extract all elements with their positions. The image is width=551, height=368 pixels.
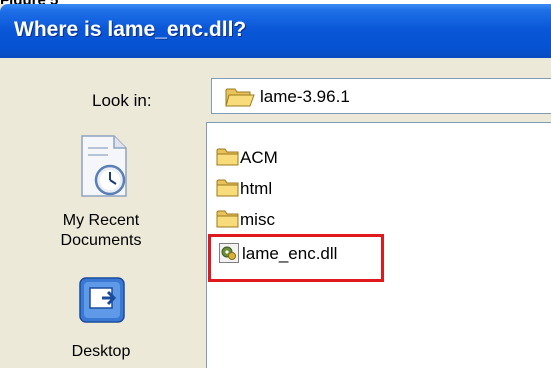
file-name: misc: [240, 210, 275, 229]
desktop-icon: [79, 277, 125, 323]
places-bar: My Recent Documents Desktop: [0, 122, 202, 368]
title-bar[interactable]: Where is lame_enc.dll?: [0, 4, 551, 58]
dialog-title: Where is lame_enc.dll?: [14, 18, 247, 41]
look-in-combobox[interactable]: lame-3.96.1: [211, 78, 551, 114]
folder-icon: [216, 148, 239, 166]
desktop-label: Desktop: [71, 343, 131, 360]
recent-documents-icon: [81, 135, 127, 197]
file-name: html: [240, 179, 273, 198]
highlight-box: [208, 234, 384, 282]
folder-icon: [216, 210, 239, 228]
folder-icon: [216, 179, 239, 197]
look-in-value: lame-3.96.1: [260, 87, 350, 106]
recent-documents-label-line1: My Recent: [62, 212, 140, 229]
open-folder-icon: [225, 88, 255, 107]
file-name: ACM: [240, 148, 278, 167]
recent-documents-label-line2: Documents: [60, 232, 142, 249]
look-in-label: Look in:: [92, 91, 152, 110]
open-file-dialog: Where is lame_enc.dll? Look in: lame-3.9…: [0, 4, 551, 368]
